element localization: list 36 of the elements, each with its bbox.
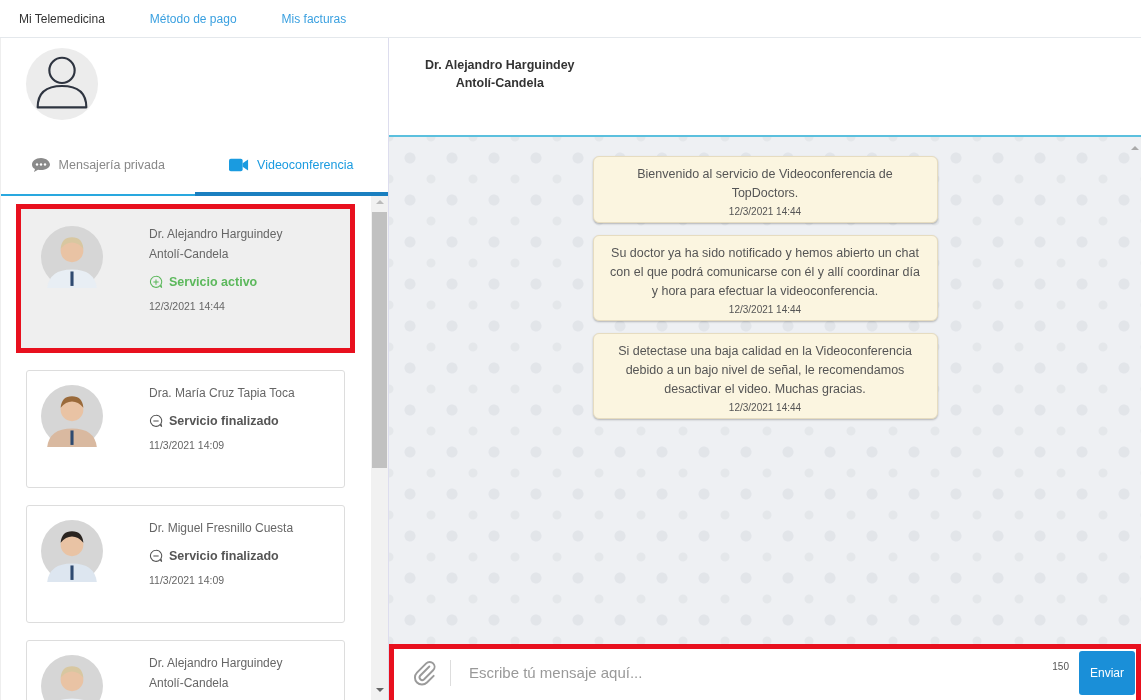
conversation-date: 11/3/2021 14:09 [149, 439, 226, 451]
message-time: 12/3/2021 14:44 [728, 402, 802, 413]
message-time: 12/3/2021 14:44 [728, 304, 802, 315]
service-status: Servicio finalizado [169, 549, 279, 563]
nav-tab[interactable]: Método de pago [149, 11, 237, 26]
doctor-name: Dr. Miguel Fresnillo Cuesta [149, 520, 295, 537]
doctor-name: Dr. Alejandro Harguindey Antolí-Candela [149, 655, 284, 692]
message-text: Su doctor ya ha sido notificado y hemos abierto un chat con el que podrá comunicarse con él y allí coordinar día y hora para efectuar la videoconferencia. [609, 245, 921, 300]
character-counter: 150 [1052, 661, 1069, 672]
video-camera-icon [229, 157, 250, 173]
nav-tab[interactable]: Mi Telemedicina [19, 11, 105, 26]
tab[interactable]: Mensajería privada [1, 138, 195, 196]
chat-doctor-name: Dr. Alejandro Harguindey Antolí-Candela [425, 57, 575, 92]
service-status: Servicio activo [169, 275, 258, 289]
plus-bubble-icon [149, 275, 163, 289]
message-text: Bienvenido al servicio de Videoconferencia de TopDoctors. [636, 166, 894, 202]
user-avatar-icon [25, 47, 99, 121]
nav-tab[interactable]: Mis facturas [281, 11, 347, 26]
conversation-card[interactable]: Dr. Alejandro Harguindey Antolí-Candela Servicio activo 12/3/2021 14:44 [16, 204, 355, 353]
scrollbar[interactable] [371, 196, 388, 700]
doctor-name: Dra. María Cruz Tapia Toca [149, 385, 296, 402]
paperclip-icon[interactable] [412, 659, 451, 686]
conversation-card[interactable]: Dr. Alejandro Harguindey Antolí-Candela [26, 640, 345, 700]
conversation-date: 11/3/2021 14:09 [149, 574, 226, 586]
scroll-up-arrow-icon[interactable] [1131, 146, 1139, 150]
speech-bubble-icon [30, 157, 51, 173]
conversation-card[interactable]: Dr. Miguel Fresnillo Cuesta Servicio finalizado 11/3/2021 14:09 [26, 505, 345, 623]
conversation-date: 12/3/2021 14:44 [149, 300, 226, 312]
doctor-name: Dr. Alejandro Harguindey Antolí-Candela [149, 226, 284, 263]
minus-bubble-icon [149, 549, 163, 563]
message-text: Si detectase una baja calidad en la Videoconferencia debido a un bajo nivel de señal, le recomendamos desactivar el video. Muchas gracias. [617, 343, 913, 398]
message-time: 12/3/2021 14:44 [728, 206, 802, 217]
send-button[interactable]: Enviar [1079, 650, 1135, 695]
service-status: Servicio finalizado [169, 414, 279, 428]
minus-bubble-icon [149, 414, 163, 428]
conversation-card[interactable]: Dra. María Cruz Tapia Toca Servicio finalizado 11/3/2021 14:09 [26, 370, 345, 488]
